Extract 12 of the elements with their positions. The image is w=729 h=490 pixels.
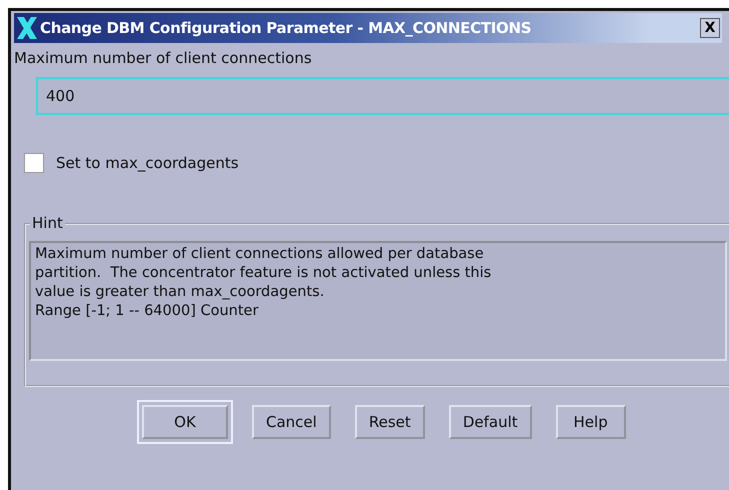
dialog-button[interactable]: Cancel	[252, 405, 331, 439]
logo-icon	[16, 16, 38, 40]
dialog-button[interactable]: Default	[448, 405, 532, 439]
dialog-button[interactable]: Help	[556, 405, 626, 439]
close-button[interactable]: X	[700, 18, 720, 38]
field-label: Maximum number of client connections	[14, 49, 313, 67]
checkbox-label: Set to max_coordagents	[56, 154, 239, 172]
dialog-button[interactable]: Reset	[354, 405, 425, 439]
input-field[interactable]: 400	[36, 77, 729, 115]
checkbox[interactable]	[24, 153, 44, 173]
hint-text: Maximum number of client connections allowed per database partition. The concentrator feature is not activated unless this value is greater than max_coordagents. Range [-1; 1 -- 64000] Counter	[29, 241, 727, 361]
window-title: Change DBM Configuration Parameter - MAX_CONNECTIONS	[40, 19, 532, 37]
